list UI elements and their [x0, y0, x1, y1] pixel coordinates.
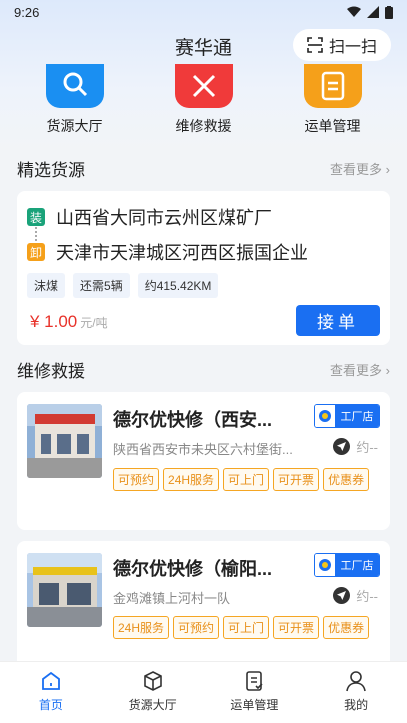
- service-tag: 优惠券: [323, 616, 370, 639]
- shop-photo: [27, 404, 102, 478]
- bottom-tab-bar: 首页 货源大厅 运单管理 我的: [0, 661, 407, 723]
- signal-icon: [367, 6, 379, 18]
- quick-menu-waybill[interactable]: 运单管理: [283, 64, 383, 144]
- service-tag: 可预约: [173, 616, 220, 639]
- tools-icon: [174, 64, 233, 108]
- app-title: 赛华通: [174, 37, 232, 59]
- service-tag: 可开票: [273, 468, 320, 491]
- repair-shop-card[interactable]: 德尔优快修（西安... 工厂店 陕西省西安市未央区六村堡街... 约-- 可预约…: [17, 392, 390, 530]
- vehicles-tag: 还需5辆: [73, 273, 130, 298]
- shop-name: 德尔优快修（榆阳...: [113, 559, 273, 579]
- quick-menu-label: 维修救援: [175, 118, 232, 134]
- service-tag: 24H服务: [163, 468, 220, 491]
- status-icons: [347, 5, 393, 19]
- navigation-icon: [333, 438, 351, 455]
- status-time: 9:26: [14, 4, 40, 20]
- repair-shop-card[interactable]: 德尔优快修（榆阳... 工厂店 金鸡滩镇上河村一队 约-- 24H服务 可预约 …: [17, 541, 390, 679]
- service-tag: 优惠券: [323, 468, 370, 491]
- route-destination: 卸 天津市天津城区河西区振国企业: [27, 239, 308, 265]
- repair-header: 维修救援 查看更多 ›: [17, 357, 390, 381]
- section-title: 维修救援: [17, 361, 85, 381]
- origin-address: 山西省大同市云州区煤矿厂: [56, 208, 272, 228]
- quick-menu-repair[interactable]: 维修救援: [154, 64, 254, 144]
- destination-address: 天津市天津城区河西区振国企业: [56, 243, 308, 263]
- status-bar: 9:26: [0, 0, 407, 24]
- home-icon: [41, 671, 60, 690]
- section-title: 精选货源: [17, 160, 85, 180]
- view-more-link[interactable]: 查看更多 ›: [330, 159, 390, 178]
- shop-distance[interactable]: 约--: [333, 586, 378, 605]
- factory-store-label: 工厂店: [335, 405, 379, 427]
- factory-store-label: 工厂店: [335, 554, 379, 576]
- shop-address: 金鸡滩镇上河村一队: [113, 591, 231, 606]
- service-tag: 可开票: [273, 616, 320, 639]
- distance-value: 约--: [356, 589, 378, 604]
- tab-label: 首页: [38, 698, 63, 712]
- price-unit: 元/吨: [80, 316, 108, 330]
- scan-icon: [307, 37, 323, 53]
- shop-photo: [27, 553, 102, 627]
- service-tag: 24H服务: [113, 616, 170, 639]
- service-tag: 可上门: [223, 616, 270, 639]
- factory-store-badge: 工厂店: [314, 553, 380, 577]
- wifi-icon: [347, 6, 361, 17]
- quick-menu: 货源大厅 维修救援 运单管理: [0, 64, 407, 144]
- shop-name: 德尔优快修（西安...: [113, 410, 273, 430]
- view-more-link[interactable]: 查看更多 ›: [330, 360, 390, 379]
- cargo-tag: 沫煤: [27, 273, 66, 298]
- factory-store-badge: 工厂店: [314, 404, 380, 428]
- tab-label: 我的: [344, 698, 369, 712]
- shop-tags: 24H服务 可预约 可上门 可开票 优惠券: [113, 616, 383, 639]
- service-tag: 可预约: [113, 468, 160, 491]
- cube-icon: [143, 671, 162, 691]
- tab-goods-hall[interactable]: 货源大厅: [108, 662, 198, 723]
- quick-menu-label: 运单管理: [304, 118, 361, 134]
- shop-distance[interactable]: 约--: [333, 437, 378, 456]
- user-icon: [346, 671, 366, 692]
- navigation-icon: [333, 587, 351, 604]
- battery-icon: [385, 5, 393, 19]
- service-tag: 可上门: [223, 468, 270, 491]
- price-value: ¥ 1.00: [30, 312, 78, 331]
- route-origin: 装 山西省大同市云州区煤矿厂: [27, 204, 272, 230]
- quick-menu-goods-hall[interactable]: 货源大厅: [25, 64, 125, 144]
- brand-logo-icon: [315, 554, 335, 576]
- shop-address: 陕西省西安市未央区六村堡街...: [113, 442, 293, 457]
- featured-goods-header: 精选货源 查看更多 ›: [17, 156, 390, 180]
- search-icon: [45, 64, 104, 108]
- goods-card[interactable]: 装 山西省大同市云州区煤矿厂 卸 天津市天津城区河西区振国企业 沫煤 还需5辆 …: [17, 191, 390, 345]
- goods-tags: 沫煤 还需5辆 约415.42KM: [27, 273, 219, 298]
- unload-badge: 卸: [27, 243, 45, 261]
- tab-label: 运单管理: [230, 698, 279, 712]
- distance-tag: 约415.42KM: [137, 273, 219, 298]
- scan-label: 扫一扫: [328, 39, 377, 56]
- brand-logo-icon: [315, 405, 335, 427]
- tab-waybill[interactable]: 运单管理: [209, 662, 299, 723]
- load-badge: 装: [27, 208, 45, 226]
- shop-tags: 可预约 24H服务 可上门 可开票 优惠券: [113, 468, 383, 491]
- quick-menu-label: 货源大厅: [46, 118, 103, 134]
- document-icon: [246, 671, 263, 691]
- tab-label: 货源大厅: [128, 698, 177, 712]
- header: 赛华通 扫一扫: [0, 28, 407, 64]
- distance-value: 约--: [356, 440, 378, 455]
- price: ¥ 1.00 元/吨: [30, 312, 108, 332]
- clipboard-icon: [303, 64, 362, 108]
- accept-order-button[interactable]: 接单: [296, 305, 380, 336]
- tab-mine[interactable]: 我的: [311, 662, 401, 723]
- scan-button[interactable]: 扫一扫: [293, 29, 391, 61]
- tab-home[interactable]: 首页: [6, 662, 96, 723]
